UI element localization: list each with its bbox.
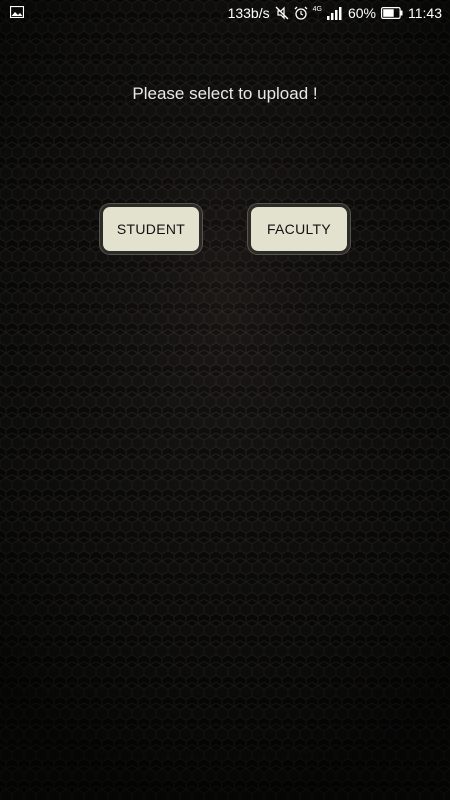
image-icon — [9, 5, 25, 21]
signal-icon — [326, 6, 343, 20]
upload-prompt: Please select to upload ! — [132, 84, 318, 103]
faculty-button[interactable]: FACULTY — [248, 204, 350, 254]
battery-percent: 60% — [347, 5, 376, 21]
network-speed: 133b/s — [227, 5, 270, 21]
battery-icon — [381, 7, 403, 19]
alarm-icon — [294, 6, 308, 20]
status-bar: 133b/s 4G 60% 11:43 — [0, 0, 450, 26]
hex-mesh-background — [0, 0, 450, 800]
network-type: 4G — [312, 6, 322, 13]
mute-icon — [275, 6, 289, 20]
clock: 11:43 — [408, 5, 442, 21]
student-button[interactable]: STUDENT — [100, 204, 202, 254]
